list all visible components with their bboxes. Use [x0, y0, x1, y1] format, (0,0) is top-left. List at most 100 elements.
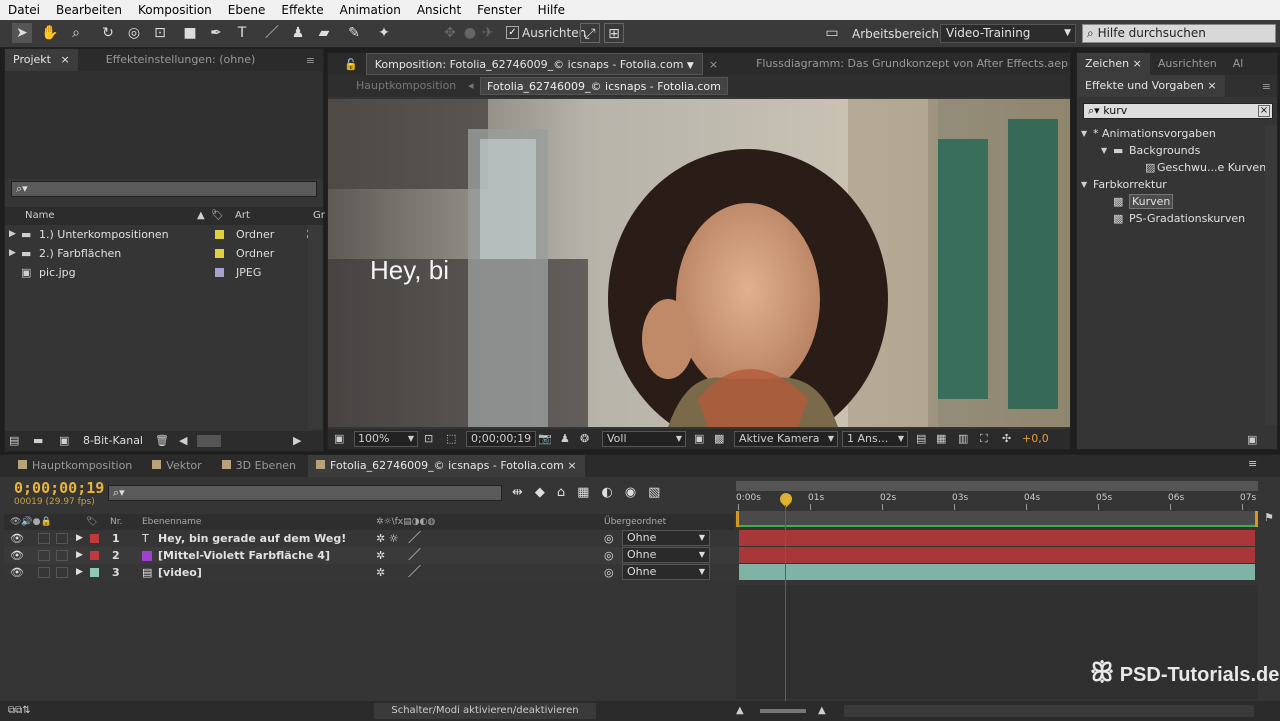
expand-panes-icon[interactable]: ⧉⧉⇅	[8, 701, 31, 721]
roto-brush-tool-icon[interactable]: ✎	[344, 23, 364, 43]
breadcrumb-parent[interactable]: Hauptkomposition	[356, 75, 456, 97]
tab-character[interactable]: Zeichen ×	[1077, 53, 1150, 75]
text-tool-icon[interactable]: T	[232, 23, 252, 43]
exposure-reset-icon[interactable]: ✣	[1002, 429, 1011, 449]
zoom-slider[interactable]	[760, 709, 806, 713]
flowchart-icon[interactable]: ⛶	[980, 429, 988, 449]
zoom-tool-icon[interactable]: ⌕	[66, 23, 86, 43]
layer-name[interactable]: Hey, bin gerade auf dem Weg!	[158, 530, 346, 547]
layer-switches[interactable]: ✲ ☼	[376, 530, 399, 547]
lock-toggle[interactable]	[56, 533, 68, 544]
timeline-icon[interactable]: ▥	[958, 429, 968, 449]
project-item[interactable]: ▶ ▬ 2.) Farbflächen Ordner	[5, 244, 323, 263]
puppet-tool-icon[interactable]: ✦	[374, 23, 394, 43]
toggle-pixel-aspect-icon[interactable]: ▤	[916, 429, 926, 449]
comp-viewer[interactable]: Hey, bi	[328, 99, 1070, 427]
column-name[interactable]: Name	[25, 207, 55, 225]
zoom-in-icon[interactable]: ▲	[818, 701, 826, 721]
tab-flowchart[interactable]: Flussdiagramm: Das Grundkonzept von Afte…	[748, 53, 1076, 75]
rectangle-tool-icon[interactable]: ■	[180, 23, 200, 43]
workspace-select[interactable]: Video-Training ▼	[940, 24, 1076, 43]
eraser-tool-icon[interactable]: ▰	[314, 23, 334, 43]
brush-tool-icon[interactable]: ／	[262, 23, 282, 43]
panel-menu-icon[interactable]: ≡	[1248, 457, 1257, 470]
tab-effect-controls[interactable]: Effekteinstellungen: (ohne)	[98, 49, 264, 71]
parent-select[interactable]: Ohne ▼	[622, 564, 710, 580]
camera-select[interactable]: Aktive Kamera ▼	[734, 431, 838, 447]
column-size[interactable]: Gr	[313, 207, 325, 225]
layer-row[interactable]: 👁 ▶ 2 [Mittel-Violett Farbfläche 4] ✲ ／ ◎ Ohne ▼	[4, 547, 740, 564]
comp-button-icon[interactable]: ⚑	[1264, 511, 1274, 524]
project-item[interactable]: ▣ pic.jpg JPEG	[5, 263, 323, 282]
layer-switches[interactable]: ✲	[376, 547, 385, 564]
timeline-hscroll[interactable]	[844, 705, 1254, 717]
help-search-input[interactable]: ⌕ Hilfe durchsuchen	[1082, 24, 1276, 43]
clone-stamp-tool-icon[interactable]: ♟	[288, 23, 308, 43]
layer-duration-bar[interactable]	[739, 530, 1255, 546]
layer-switches[interactable]: ✲	[376, 564, 385, 581]
toggle-switches-modes-button[interactable]: Schalter/Modi aktivieren/deaktivieren	[374, 703, 596, 719]
effects-tree-item[interactable]: ▼ ▬ Backgrounds	[1077, 142, 1277, 159]
expand-arrow-icon[interactable]: ▶	[76, 530, 83, 547]
axis-world-icon[interactable]: ●	[460, 23, 480, 43]
new-composition-icon[interactable]: ▣	[59, 431, 69, 451]
fast-preview-icon[interactable]: ▣	[694, 429, 704, 449]
frame-blending-icon[interactable]: ▦	[577, 485, 601, 500]
align-checkbox[interactable]: ✓	[506, 26, 519, 39]
new-folder-icon[interactable]: ▬	[33, 431, 43, 451]
interpret-footage-icon[interactable]: ▤	[9, 431, 19, 451]
axis-local-icon[interactable]: ✥	[440, 23, 460, 43]
menu-item[interactable]: Datei	[0, 3, 48, 17]
pen-tool-icon[interactable]: ✒	[206, 23, 226, 43]
column-parent[interactable]: Übergeordnet	[604, 514, 666, 530]
layer-row[interactable]: 👁 ▶ 3 ▤ [video] ✲ ／ ◎ Ohne ▼	[4, 564, 740, 581]
close-icon[interactable]: ×	[709, 58, 718, 71]
project-item[interactable]: ▶▬1.) UnterkompositionenOrdner⛶	[5, 225, 323, 244]
comp-timecode[interactable]: 0;00;00;19	[466, 431, 537, 447]
parent-select[interactable]: Ohne ▼	[622, 547, 710, 563]
resolution-select[interactable]: Voll ▼	[602, 431, 686, 447]
menu-item[interactable]: Effekte	[273, 3, 331, 17]
color-channels-icon[interactable]: ❂	[580, 429, 589, 449]
visibility-eye-icon[interactable]: 👁	[10, 530, 24, 547]
hand-tool-icon[interactable]: ✋	[40, 23, 60, 43]
column-type[interactable]: Art	[235, 207, 250, 225]
timeline-timecode[interactable]: 0;00;00;19	[14, 479, 104, 497]
layer-label-swatch[interactable]	[90, 534, 99, 543]
pickwhip-icon[interactable]: ◎	[604, 547, 614, 564]
layer-label-swatch[interactable]	[90, 551, 99, 560]
lock-toggle[interactable]	[56, 550, 68, 561]
transparency-grid-icon[interactable]: ▩	[714, 429, 724, 449]
timeline-tab[interactable]: Fotolia_62746009_© icsnaps - Fotolia.com…	[308, 455, 585, 477]
column-nr[interactable]: Nr.	[110, 514, 122, 530]
fast-preview-mode-icon[interactable]: ▦	[936, 429, 946, 449]
timeline-tab[interactable]: Vektor	[144, 455, 209, 477]
solo-toggle[interactable]	[38, 567, 50, 578]
menu-item[interactable]: Ansicht	[409, 3, 469, 17]
new-effect-icon[interactable]: ▣	[1247, 433, 1257, 446]
zoom-select[interactable]: 100% ▼	[354, 431, 418, 447]
draft-3d-icon[interactable]: ◆	[535, 485, 557, 500]
panel-menu-icon[interactable]: ≡	[306, 54, 323, 67]
effects-tree-item[interactable]: ▩ PS-Gradationskurven	[1077, 210, 1277, 227]
quality-switch-icon[interactable]: ／	[408, 530, 421, 547]
effects-search-input[interactable]: ⌕▾ kurv ×	[1083, 103, 1273, 119]
exposure-value[interactable]: +0,0	[1022, 429, 1049, 449]
pickwhip-icon[interactable]: ◎	[604, 530, 614, 547]
tab-effects-presets[interactable]: Effekte und Vorgaben ×	[1077, 75, 1225, 97]
label-swatch[interactable]	[215, 249, 224, 258]
zoom-out-icon[interactable]: ▲	[736, 701, 744, 721]
project-scrollbar[interactable]	[308, 225, 322, 429]
scroll-left-icon[interactable]: ◀	[179, 431, 187, 451]
axis-view-icon[interactable]: ✈	[478, 23, 498, 43]
safe-margins-icon[interactable]: ⊡	[424, 429, 433, 449]
parent-select[interactable]: Ohne ▼	[622, 530, 710, 546]
visibility-eye-icon[interactable]: 👁	[10, 547, 24, 564]
menu-item[interactable]: Animation	[332, 3, 409, 17]
time-ruler[interactable]: 0:00s 01s 02s 03s 04s 05s 06s 07s	[736, 491, 1258, 511]
layer-name[interactable]: [video]	[158, 564, 202, 581]
motion-blur-icon[interactable]: ◐	[601, 485, 624, 500]
tab-composition[interactable]: Komposition: Fotolia_62746009_© icsnaps …	[365, 53, 703, 75]
label-swatch[interactable]	[215, 230, 224, 239]
playhead-line[interactable]	[785, 505, 786, 701]
